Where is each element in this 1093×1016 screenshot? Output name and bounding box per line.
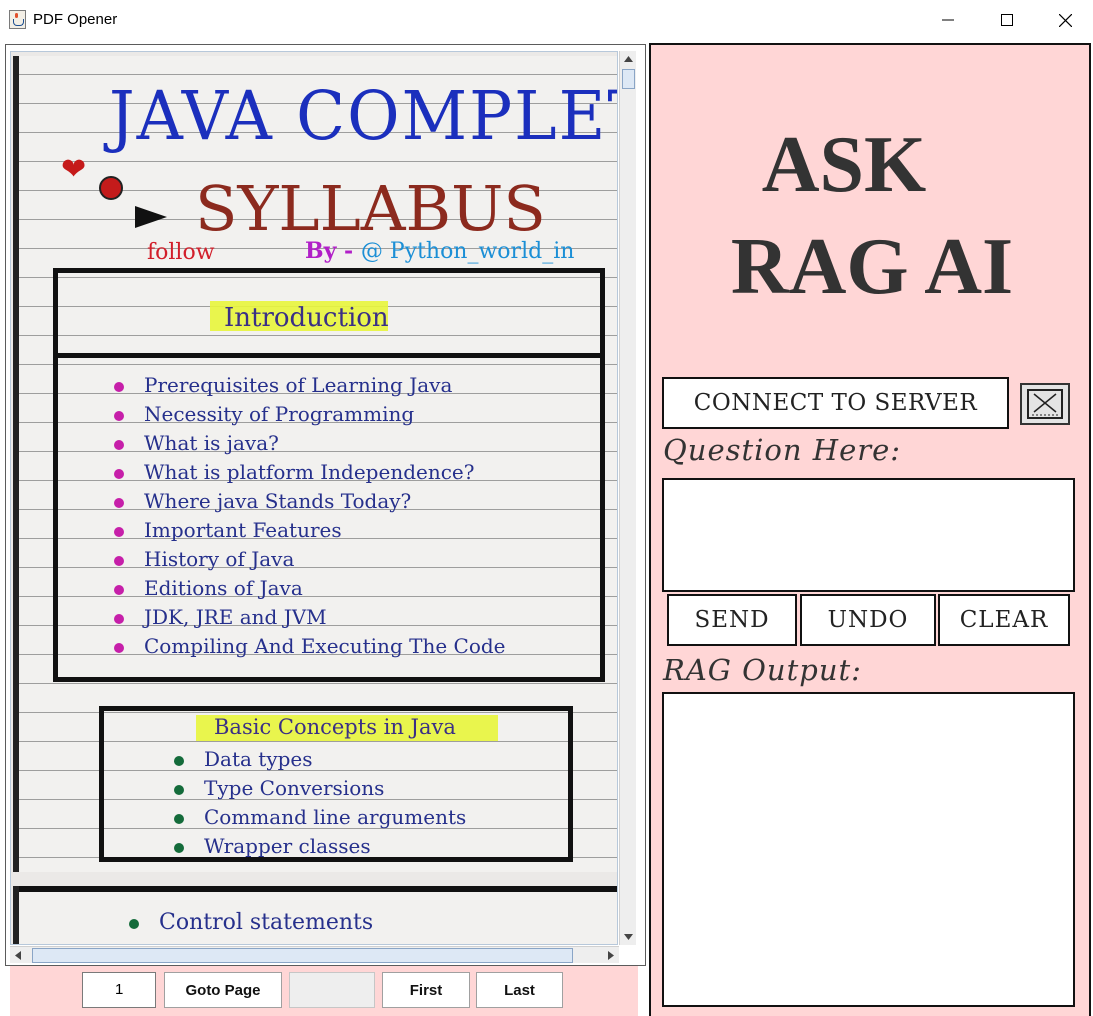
window-title: PDF Opener [33,11,118,28]
page-top-border [19,886,617,892]
list-item: JDK, JRE and JVM [114,605,506,634]
list-item: Compiling And Executing The Code [114,634,506,663]
maximize-icon [1001,14,1013,26]
intro-box: Introduction Prerequisites of Learning J… [53,268,605,682]
close-icon [1058,13,1072,27]
ruled-line [19,161,617,162]
ruled-line [19,74,617,75]
horizontal-scrollbar[interactable] [10,946,619,963]
page-number-input[interactable]: 1 [82,972,156,1008]
list-item: Necessity of Programming [114,402,506,431]
page-title-line2: SYLLABUS [195,172,546,245]
pdf-page-sheet: JAVA COMPLETE ❤ SYLLABUS follow By - @ P… [13,56,617,872]
send-button[interactable]: SEND [667,594,797,646]
list-item: Prerequisites of Learning Java [114,373,506,402]
rag-output-label: RAG Output: [663,653,862,687]
scroll-left-icon[interactable] [10,947,26,964]
list-item: Wrapper classes [173,834,466,863]
basic-list: Data types Type Conversions Command line a… [173,747,466,863]
handle-text: @ Python_world_in [360,239,575,264]
scroll-up-icon[interactable] [620,51,637,67]
heart-icon: ❤ [61,152,87,187]
disconnect-button[interactable] [1020,383,1070,425]
intro-list: Prerequisites of Learning Java Necessity … [114,373,506,663]
pdf-page-view[interactable]: JAVA COMPLETE ❤ SYLLABUS follow By - @ P… [10,51,618,945]
list-item: What is platform Independence? [114,460,506,489]
list-item: Editions of Java [114,576,506,605]
by-text: By - [305,238,361,264]
horizontal-scroll-thumb[interactable] [32,948,573,963]
byline: By - @ Python_world_in [305,238,574,264]
pdf-page-sheet-2: Control statements [13,886,617,944]
list-item: Control statements [128,910,373,939]
minimize-button[interactable] [919,0,977,40]
goto-page-button[interactable]: Goto Page [164,972,282,1008]
minimize-icon [942,19,954,21]
clear-button[interactable]: CLEAR [938,594,1070,646]
java-cup-icon [9,10,26,29]
arrow-icon [135,206,167,228]
rag-title-line1: ASK [761,121,927,209]
close-button[interactable] [1036,0,1093,40]
intro-divider [58,353,600,358]
maximize-button[interactable] [978,0,1036,40]
connect-to-server-button[interactable]: CONNECT TO SERVER [662,377,1009,429]
rag-title-line2: RAG AI [730,223,1014,311]
basic-concepts-box: Basic Concepts in Java Data types Type Co… [99,706,573,862]
rag-output-area[interactable] [662,692,1075,1007]
disconnected-icon [1027,389,1063,419]
scroll-down-icon[interactable] [620,929,637,945]
list-item: Important Features [114,518,506,547]
blank-button[interactable] [289,972,375,1008]
next-list: Control statements [128,910,373,939]
rag-panel: ASK RAG AI CONNECT TO SERVER Question He… [649,43,1091,1016]
question-input[interactable] [662,478,1075,592]
page-navigation-bar: 1 Goto Page First Last [10,966,638,1016]
list-item: Type Conversions [173,776,466,805]
list-item: Where java Stands Today? [114,489,506,518]
title-bar: PDF Opener [0,0,1093,40]
basic-heading: Basic Concepts in Java [214,715,456,739]
vertical-scroll-thumb[interactable] [622,69,635,89]
follow-text: follow [147,240,215,265]
scroll-right-icon[interactable] [603,947,619,964]
ruled-line [19,683,617,684]
pin-icon [99,176,123,200]
question-label: Question Here: [663,433,902,467]
list-item: Command line arguments [173,805,466,834]
undo-button[interactable]: UNDO [800,594,936,646]
list-item: Data types [173,747,466,776]
page-title-line1: JAVA COMPLETE [109,78,617,156]
list-item: History of Java [114,547,506,576]
first-page-button[interactable]: First [382,972,470,1008]
last-page-button[interactable]: Last [476,972,563,1008]
list-item: What is java? [114,431,506,460]
intro-heading: Introduction [224,303,389,333]
